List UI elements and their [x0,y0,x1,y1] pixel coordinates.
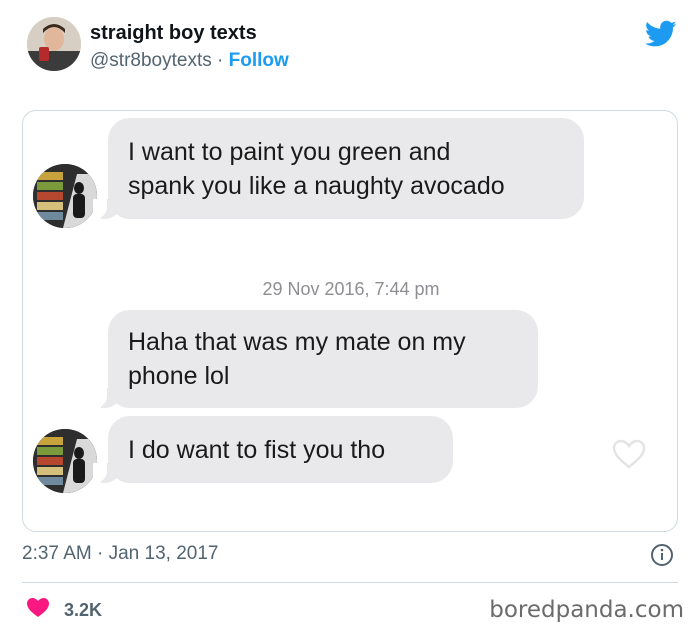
message-bubble-2: Haha that was my mate on my phone lol [93,310,538,408]
tweet-embed: straight boy texts @str8boytexts · Follo… [0,0,700,634]
separator-dot: · [97,543,104,564]
tweet-date: Jan 13, 2017 [108,543,219,564]
twitter-bird-icon[interactable] [644,20,677,48]
info-icon[interactable] [650,543,674,567]
heart-icon [26,597,50,623]
tweet-time: 2:37 AM [22,543,92,564]
author-handle[interactable]: @str8boytexts [90,50,212,71]
message-bubble-1: I want to paint you green and spank you … [93,118,584,219]
like-button[interactable]: 3.2K [26,597,102,623]
contact-avatar [33,429,97,493]
message-bubble-3: I do want to fist you tho [93,416,453,483]
author-avatar[interactable] [27,17,81,71]
media-image-conversation[interactable]: I want to paint you green and spank you … [22,110,678,532]
follow-button[interactable]: Follow [229,50,289,71]
message-text: I do want to fist you tho [128,433,385,467]
message-line: phone lol [128,362,230,390]
separator-dot: · [217,50,224,71]
contact-avatar [33,164,97,228]
author-handle-row: @str8boytexts · Follow [90,50,289,72]
message-text: I want to paint you green and spank you … [128,135,505,203]
watermark: boredpanda.com [489,597,684,623]
tweet-timestamp[interactable]: 2:37 AM · Jan 13, 2017 [22,543,218,565]
heart-outline-icon [611,438,647,470]
divider [22,582,678,583]
message-line: I want to paint you green and [128,137,451,166]
like-count: 3.2K [64,599,103,620]
message-line: spank you like a naughty avocado [128,171,505,200]
message-text: Haha that was my mate on my phone lol [128,325,466,393]
author-display-name[interactable]: straight boy texts [90,22,257,45]
conversation-timestamp: 29 Nov 2016, 7:44 pm [262,279,440,299]
message-line: I do want to fist you tho [128,435,386,464]
message-line: Haha that was my mate on my [128,328,466,356]
